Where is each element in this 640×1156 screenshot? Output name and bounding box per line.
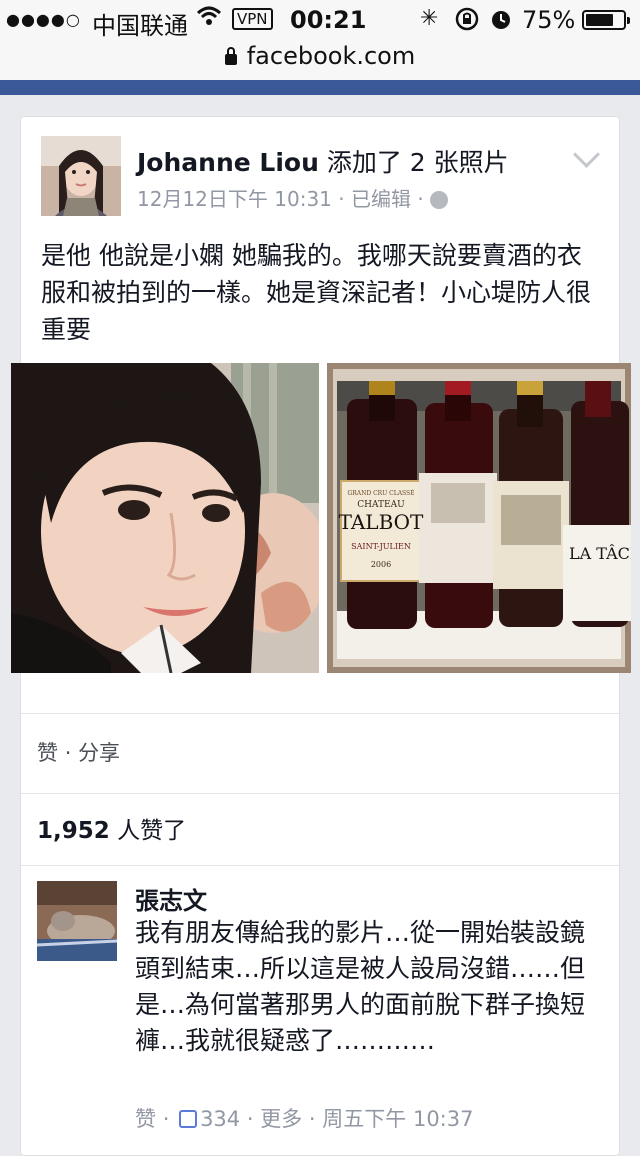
lock-icon xyxy=(224,47,237,65)
rotation-lock-icon xyxy=(454,6,480,38)
post-actions: 赞 · 分享 xyxy=(37,737,120,767)
alarm-icon xyxy=(488,6,514,38)
wifi-icon xyxy=(196,4,222,34)
post-text: 是他 他說是小嫻 她騙我的。我哪天說要賣酒的衣服和被拍到的一樣。她是資深記者！小… xyxy=(41,241,592,344)
bottle1-small-text: GRAND CRU CLASSÉ xyxy=(347,489,414,497)
action-separator: · xyxy=(64,741,72,765)
post-header: Johanne Liou 添加了 2 张照片 xyxy=(137,143,509,179)
battery-percent: 75% xyxy=(522,6,576,34)
post-meta: 12月12日下午 10:31 · 已编辑 · xyxy=(137,183,448,212)
battery-fill xyxy=(586,14,613,26)
clock: 00:21 xyxy=(290,6,367,34)
share-button[interactable]: 分享 xyxy=(78,741,120,765)
comment-text: 我有朋友傳給我的影片…從一開始裝設鏡頭到結束…所以這是被人設局沒錯……但是…為何… xyxy=(135,918,586,1055)
chevron-down-icon[interactable] xyxy=(573,141,600,168)
status-bar: ●●●●○ 中国联通 VPN 00:21 ✳ 75% xyxy=(0,0,640,40)
carrier-name: 中国联通 xyxy=(92,12,188,40)
commenter-name[interactable]: 張志文 xyxy=(135,881,207,916)
bottle1-region: SAINT-JULIEN xyxy=(351,542,411,551)
post-timestamp[interactable]: 12月12日下午 10:31 xyxy=(137,187,332,211)
comment-separator: · xyxy=(162,1107,170,1131)
commenter-avatar[interactable] xyxy=(37,881,117,961)
like-summary[interactable]: 1,952 人赞了 xyxy=(37,811,186,845)
like-suffix: 人赞了 xyxy=(109,818,187,844)
divider xyxy=(21,793,619,794)
divider xyxy=(21,713,619,714)
meta-separator: · xyxy=(417,187,424,211)
address-bar[interactable]: facebook.com xyxy=(0,40,640,80)
post-action: 添加了 2 张照片 xyxy=(326,148,509,177)
author-avatar[interactable] xyxy=(41,136,121,216)
post-photo-wine-bottles[interactable]: GRAND CRU CLASSÉ CHATEAU TALBOT SAINT-JU… xyxy=(327,363,631,673)
vpn-badge: VPN xyxy=(232,8,273,30)
bottle4-label: LA TÂCH xyxy=(569,543,631,563)
edited-label[interactable]: 已编辑 xyxy=(351,187,411,211)
post-photo-selfie[interactable] xyxy=(11,363,319,673)
comment-like-button[interactable]: 赞 xyxy=(135,1107,156,1131)
comment-time: 周五下午 10:37 xyxy=(322,1107,474,1131)
url-text: facebook.com xyxy=(246,42,416,70)
meta-separator: · xyxy=(338,187,345,211)
comment-separator: · xyxy=(308,1107,316,1131)
bottle1-year: 2006 xyxy=(371,560,391,569)
battery-icon xyxy=(582,10,630,30)
activity-icon: ✳ xyxy=(420,6,439,31)
comment-separator: · xyxy=(246,1107,254,1131)
author-name[interactable]: Johanne Liou xyxy=(137,148,319,177)
bottle1-brand-top: CHATEAU xyxy=(357,500,405,510)
globe-icon xyxy=(429,191,448,209)
like-button[interactable]: 赞 xyxy=(37,741,58,765)
comment-footer: 赞 · 334 · 更多 · 周五下午 10:37 xyxy=(135,1103,473,1133)
thumbs-up-icon xyxy=(179,1110,198,1128)
divider xyxy=(21,865,619,866)
comment-like-count[interactable]: 334 xyxy=(200,1107,240,1131)
like-count: 1,952 xyxy=(37,818,110,844)
url-display[interactable]: facebook.com xyxy=(0,42,640,70)
bottle1-brand: TALBOT xyxy=(339,510,424,534)
comment-more-button[interactable]: 更多 xyxy=(260,1107,302,1131)
post-card: Johanne Liou 添加了 2 张照片 12月12日下午 10:31 · … xyxy=(11,116,631,1156)
signal-strength: ●●●●○ xyxy=(6,10,81,29)
facebook-header-bar xyxy=(0,80,640,95)
